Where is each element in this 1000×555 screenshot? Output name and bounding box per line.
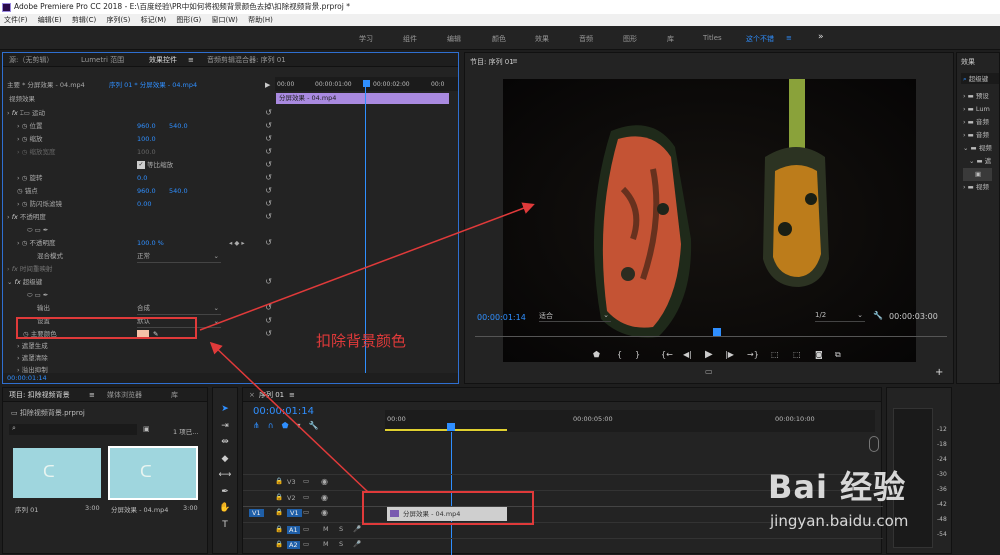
- annotation-arrow-to-key: [209, 341, 369, 493]
- baidu-watermark-url: jingyan.baidu.com: [770, 512, 909, 530]
- baidu-watermark-logo: Bai 经验: [768, 468, 907, 506]
- annotation-text: 扣除背景颜色: [316, 332, 407, 350]
- annotation-arrow-to-monitor: [199, 202, 535, 331]
